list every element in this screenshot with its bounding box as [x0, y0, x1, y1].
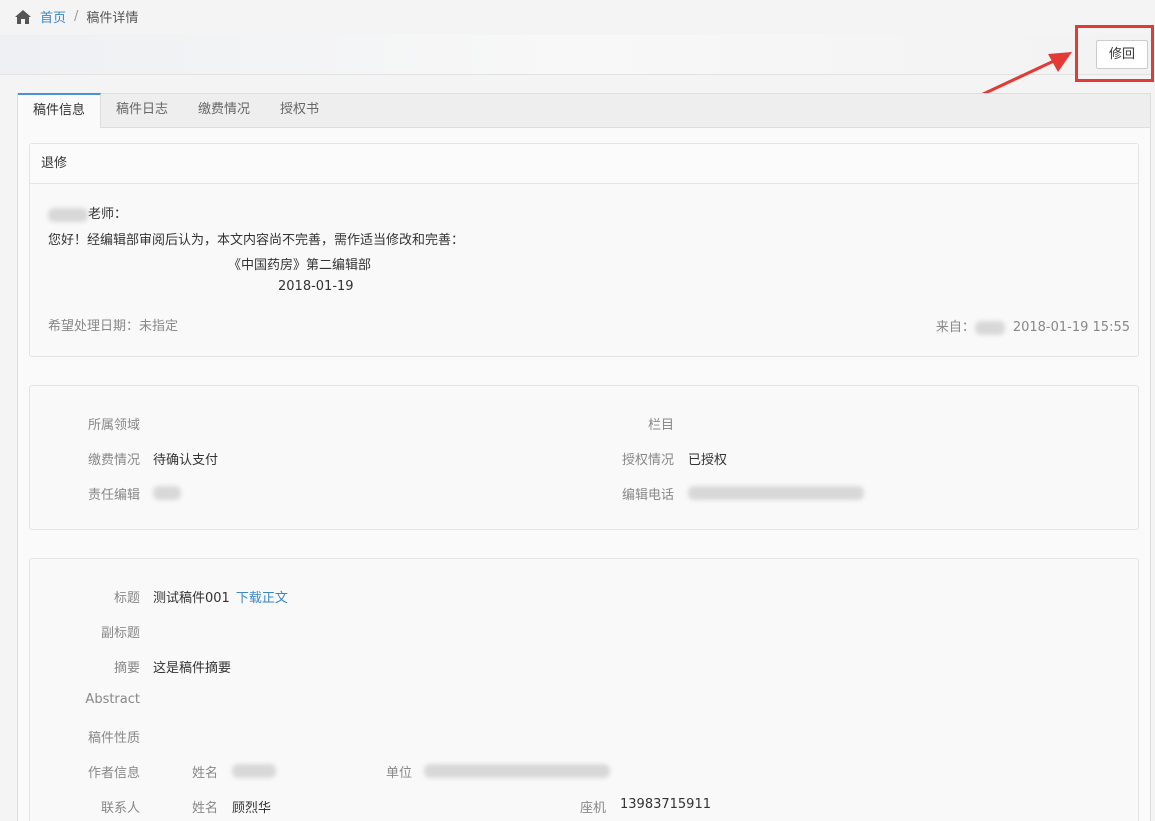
download-body-link[interactable]: 下载正文: [236, 591, 288, 606]
phone-label: 编辑电话: [621, 488, 674, 503]
nature-label: 稿件性质: [87, 731, 140, 746]
author-name-label: 姓名: [191, 766, 218, 781]
redacted-phone: [688, 486, 864, 500]
revise-button[interactable]: 修回: [1096, 40, 1148, 69]
contact-phone-label: 座机: [579, 801, 606, 816]
subtitle-label: 副标题: [100, 626, 140, 641]
tab-manuscript-log[interactable]: 稿件日志: [101, 93, 183, 127]
contact-phone-value: 13983715911: [620, 797, 711, 812]
notice-from-label: 来自：: [935, 320, 975, 335]
breadcrumb-home-link[interactable]: 首页: [40, 7, 66, 26]
abstract-value: 这是稿件摘要: [153, 661, 232, 676]
redacted-sender: [974, 320, 1005, 335]
redacted-author-unit: [424, 764, 610, 778]
notice-signature: 《中国药房》第二编辑部: [228, 258, 372, 273]
tab-bar: 稿件信息 稿件日志 缴费情况 授权书: [18, 93, 1150, 128]
page-toolbar: [0, 35, 1155, 75]
field-label: 所属领域: [87, 418, 140, 433]
manuscript-status-card: 所属领域 栏目 缴费情况 待确认支付 授权情况 已授权 责任编辑 编辑电话: [29, 385, 1139, 530]
notice-deadline: 希望处理日期：未指定: [48, 319, 179, 334]
fee-value: 待确认支付: [153, 453, 219, 468]
notice-from: 来自： 2018-01-19 15:55: [936, 316, 1130, 335]
fee-label: 缴费情况: [87, 453, 140, 468]
abstract-label: 摘要: [113, 661, 140, 676]
author-label: 作者信息: [87, 766, 140, 781]
tab-payment[interactable]: 缴费情况: [183, 93, 265, 127]
notice-from-time: 2018-01-19 15:55: [1012, 320, 1130, 335]
contact-name-value: 顾烈华: [232, 801, 272, 816]
auth-label: 授权情况: [621, 453, 674, 468]
title-value: 测试稿件001: [153, 591, 230, 606]
revision-notice-title: 退修: [30, 144, 1138, 184]
breadcrumb: 首页 / 稿件详情: [0, 0, 1155, 33]
breadcrumb-separator: /: [74, 9, 79, 24]
revision-notice-card: 退修 老师： 您好！经编辑部审阅后认为，本文内容尚不完善，需作适当修改和完善： …: [29, 143, 1139, 357]
redacted-name: [48, 207, 88, 222]
notice-salutation: 老师：: [88, 207, 128, 222]
column-label: 栏目: [647, 418, 674, 433]
author-unit-label: 单位: [385, 766, 412, 781]
notice-date: 2018-01-19: [278, 279, 354, 294]
tab-manuscript-info[interactable]: 稿件信息: [18, 93, 102, 128]
redacted-editor: [153, 486, 181, 500]
auth-value: 已授权: [688, 453, 728, 468]
title-label: 标题: [113, 591, 140, 606]
breadcrumb-current: 稿件详情: [86, 11, 139, 26]
contact-name-label: 姓名: [191, 801, 218, 816]
manuscript-detail-card: 标题 测试稿件001 下载正文 副标题 摘要 这是稿件摘要 Abstract 稿件…: [29, 558, 1139, 821]
abstract-en-label: Abstract: [85, 692, 140, 707]
editor-label: 责任编辑: [87, 488, 140, 503]
notice-salutation-line: 老师：: [48, 203, 127, 222]
redacted-author-name: [232, 764, 276, 778]
notice-body: 您好！经编辑部审阅后认为，本文内容尚不完善，需作适当修改和完善：: [48, 233, 465, 248]
tab-authorization[interactable]: 授权书: [265, 93, 334, 127]
contact-label: 联系人: [100, 801, 140, 816]
title-row: 测试稿件001 下载正文: [153, 587, 288, 606]
home-icon[interactable]: [14, 9, 32, 25]
